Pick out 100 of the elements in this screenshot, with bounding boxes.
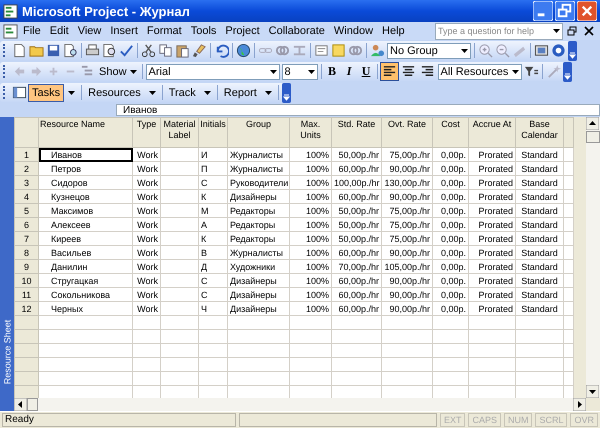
table-cell: Prorated [468,302,516,316]
show-button[interactable]: Show [97,66,139,78]
column-header[interactable]: Base Calendar [516,118,564,148]
table-cell: Standard [516,204,564,218]
menu-item[interactable]: File [19,25,45,37]
column-header[interactable]: Std. Rate [332,118,382,148]
column-header[interactable]: Group [228,118,290,148]
font-size-dropdown[interactable]: 8 [282,64,318,80]
table-cell: Петров [38,162,132,176]
table-cell: Ч [198,302,228,316]
filter-dropdown[interactable]: All Resources [438,64,522,80]
column-header[interactable]: Cost [432,118,468,148]
table-cell: 100% [290,274,332,288]
view-menu-button[interactable]: Tasks [29,84,64,100]
table-cell: 0,00р. [432,288,468,302]
status-indicator: NUM [504,413,532,427]
menu-item[interactable]: Help [378,25,409,37]
row-header[interactable]: 8 [14,246,38,260]
table-cell: 75,00р./hr [382,232,432,246]
table-cell: 0,00р. [432,162,468,176]
column-header[interactable]: Material Label [160,118,198,148]
table-cell: 0,00р. [432,176,468,190]
column-header[interactable]: Ovt. Rate [382,118,432,148]
italic-button[interactable]: I [342,64,357,79]
table-cell: Алексеев [38,218,132,232]
column-header[interactable]: Max. Units [290,118,332,148]
row-header[interactable]: 4 [14,190,38,204]
row-header[interactable]: 5 [14,204,38,218]
table-cell: Work [132,176,160,190]
table-cell: 0,00р. [432,232,468,246]
row-header[interactable]: 3 [14,176,38,190]
table-cell: Standard [516,218,564,232]
row-header[interactable]: 2 [14,162,38,176]
table-cell: Данилин [38,260,132,274]
table-cell: 60,00р./hr [332,162,382,176]
table-cell: 100% [290,288,332,302]
column-header[interactable]: Resource Name [38,118,132,148]
table-cell: 50,00р./hr [332,204,382,218]
table-cell: С [198,176,228,190]
table-cell: Work [132,288,160,302]
table-cell: 60,00р./hr [332,274,382,288]
row-header[interactable]: 1 [14,148,38,162]
table-cell: И [198,148,228,162]
table-cell: Prorated [468,218,516,232]
table-cell: 100% [290,246,332,260]
menu-item[interactable]: Edit [46,25,73,37]
table-cell: Редакторы [228,218,290,232]
table-cell: 100% [290,232,332,246]
table-cell: С [198,274,228,288]
table-cell: 0,00р. [432,218,468,232]
row-header[interactable]: 10 [14,274,38,288]
table-cell: 60,00р./hr [332,302,382,316]
menu-item[interactable]: Tools [186,25,220,37]
table-cell: Кузнецов [38,190,132,204]
menu-item[interactable]: Project [221,25,264,37]
menu-item[interactable]: Insert [106,25,142,37]
table-cell: Дизайнеры [228,288,290,302]
status-indicator: EXT [440,413,466,427]
table-cell: Дизайнеры [228,190,290,204]
font-dropdown[interactable]: Arial [146,64,280,80]
bold-button[interactable]: B [324,64,340,79]
table-cell: Киреев [38,232,132,246]
table-cell: Сокольникова [38,288,132,302]
table-cell: С [198,288,228,302]
table-cell: Д [198,260,228,274]
status-indicator: SCRL [535,413,568,427]
table-cell: 100% [290,302,332,316]
column-header[interactable]: Accrue At [468,118,516,148]
table-cell: Standard [516,260,564,274]
table-cell: 100% [290,260,332,274]
view-menu-button[interactable]: Report [220,84,260,100]
table-cell: 100% [290,162,332,176]
view-menu-button[interactable]: Track [166,84,199,100]
table-cell: 100% [290,190,332,204]
row-header[interactable]: 7 [14,232,38,246]
table-cell: П [198,162,228,176]
table-cell: Иванов [38,148,132,162]
menu-item[interactable]: View [74,25,106,37]
menu-item[interactable]: Format [142,25,186,37]
view-menu-button[interactable]: Resources [85,84,144,100]
table-cell: Васильев [38,246,132,260]
row-header[interactable]: 6 [14,218,38,232]
table-cell: Художники [228,260,290,274]
table-cell: 90,00р./hr [382,190,432,204]
column-header[interactable]: Initials [198,118,228,148]
underline-button[interactable]: U [358,64,374,79]
row-header[interactable]: 12 [14,302,38,316]
menu-item[interactable]: Window [330,25,378,37]
help-search-field[interactable]: Type a question for help [435,22,563,40]
table-cell: Work [132,218,160,232]
status-indicator: CAPS [468,413,501,427]
table-cell: 90,00р./hr [382,288,432,302]
table-cell: Стругацкая [38,274,132,288]
group-dropdown[interactable]: No Group [387,42,471,58]
entry-field[interactable]: Иванов [116,104,600,116]
column-header[interactable]: Type [132,118,160,148]
table-cell: Черных [38,302,132,316]
menu-item[interactable]: Collaborate [264,25,329,37]
row-header[interactable]: 9 [14,260,38,274]
row-header[interactable]: 11 [14,288,38,302]
